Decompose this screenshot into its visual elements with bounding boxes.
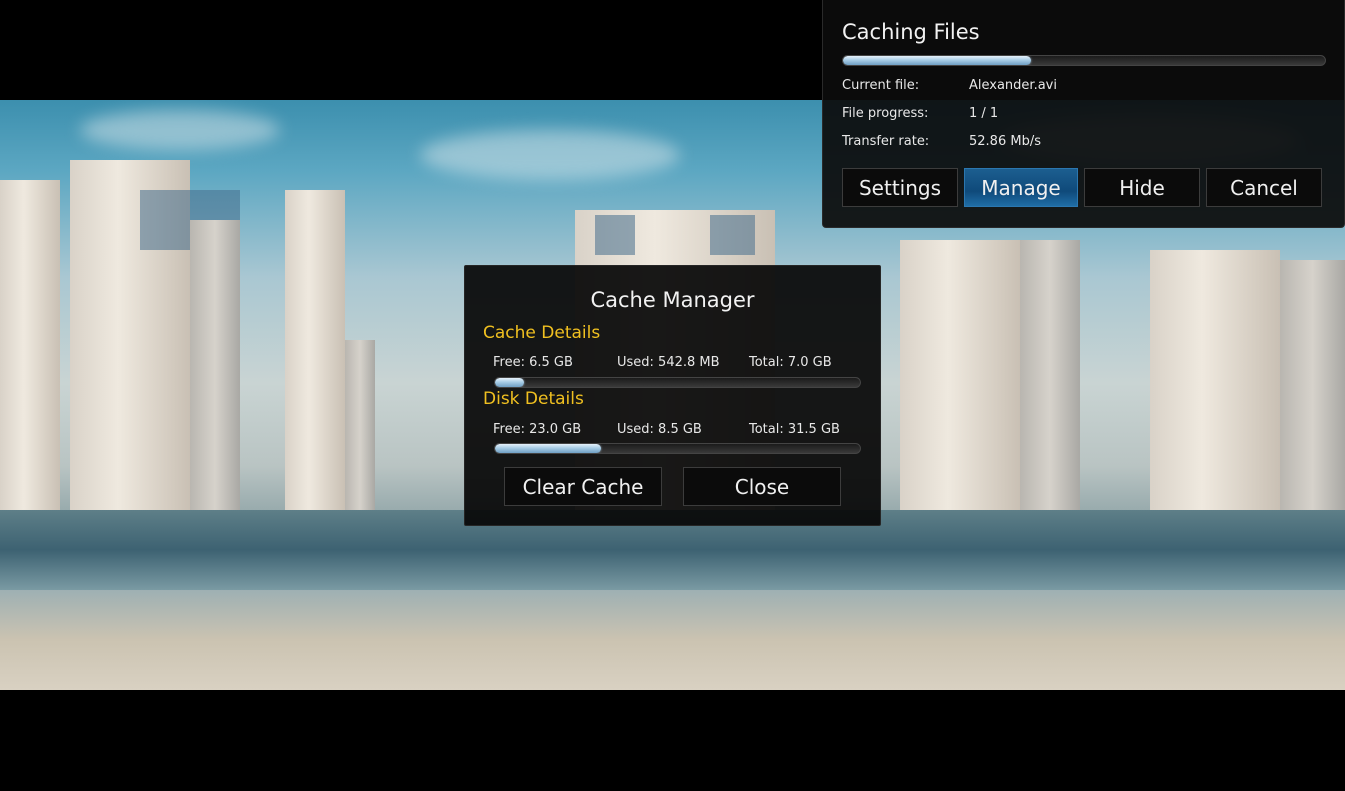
transfer-rate-value: 52.86 Mb/s xyxy=(969,134,1041,149)
current-file-label: Current file: xyxy=(842,78,920,93)
disk-usage-bar xyxy=(494,443,861,454)
cloud-shape xyxy=(420,130,680,180)
disk-details-heading: Disk Details xyxy=(483,389,584,409)
cache-details-heading: Cache Details xyxy=(483,323,601,343)
close-button[interactable]: Close xyxy=(683,467,841,506)
shore-shape xyxy=(0,590,1345,690)
disk-free-value: Free: 23.0 GB xyxy=(493,422,582,437)
file-progress-value: 1 / 1 xyxy=(969,106,999,121)
disk-total-value: Total: 31.5 GB xyxy=(749,422,840,437)
clear-cache-button[interactable]: Clear Cache xyxy=(504,467,662,506)
transfer-rate-label: Transfer rate: xyxy=(842,134,930,149)
settings-button[interactable]: Settings xyxy=(842,168,958,207)
hide-button[interactable]: Hide xyxy=(1084,168,1200,207)
cache-free-value: Free: 6.5 GB xyxy=(493,355,573,370)
disk-used-value: Used: 8.5 GB xyxy=(617,422,702,437)
caching-files-panel: Caching Files Current file: Alexander.av… xyxy=(822,0,1345,228)
cache-usage-bar xyxy=(494,377,861,388)
window-shape xyxy=(710,215,755,255)
caching-progress-bar xyxy=(842,55,1326,66)
cache-usage-fill xyxy=(495,378,525,387)
cloud-shape xyxy=(80,110,280,150)
current-file-value: Alexander.avi xyxy=(969,78,1057,93)
cache-used-value: Used: 542.8 MB xyxy=(617,355,720,370)
cache-manager-title: Cache Manager xyxy=(590,288,755,312)
manage-button[interactable]: Manage xyxy=(964,168,1078,207)
window-shape xyxy=(595,215,635,255)
file-progress-label: File progress: xyxy=(842,106,929,121)
cache-total-value: Total: 7.0 GB xyxy=(749,355,832,370)
cache-manager-dialog: Cache Manager Cache Details Free: 6.5 GB… xyxy=(464,265,881,526)
caching-files-title: Caching Files xyxy=(842,20,980,44)
cancel-button[interactable]: Cancel xyxy=(1206,168,1322,207)
caching-progress-fill xyxy=(843,56,1031,65)
media-player-screen: Caching Files Current file: Alexander.av… xyxy=(0,0,1345,791)
disk-usage-fill xyxy=(495,444,601,453)
